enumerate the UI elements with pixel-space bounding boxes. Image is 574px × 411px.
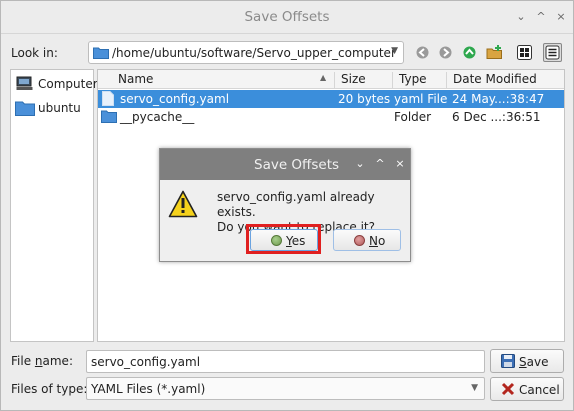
column-header-name[interactable]: Name ▲	[112, 72, 334, 88]
row-name: __pycache__	[120, 110, 195, 124]
chevron-down-icon: ▼	[471, 383, 478, 393]
back-icon	[416, 46, 429, 59]
row-type: Folder	[394, 110, 432, 124]
look-in-label: Look in:	[11, 46, 58, 60]
minimize-button[interactable]: ⌄	[513, 9, 529, 25]
column-header-size[interactable]: Size	[334, 72, 392, 88]
row-date: 24 May...:38:47	[452, 92, 545, 106]
file-list-header: Name ▲ Size Type Date Modified	[98, 70, 564, 89]
sidebar-item-label: ubuntu	[38, 101, 81, 115]
warning-icon	[168, 190, 198, 221]
new-folder-icon	[486, 45, 502, 59]
file-name-input[interactable]: servo_config.yaml	[86, 350, 485, 373]
window-title: Save Offsets	[244, 9, 330, 25]
cancel-button[interactable]: Cancel	[490, 377, 564, 401]
file-name-value: servo_config.yaml	[91, 355, 201, 369]
save-button-label: Save	[519, 355, 549, 369]
column-header-date[interactable]: Date Modified	[446, 72, 564, 88]
maximize-button[interactable]: ^	[533, 9, 549, 25]
back-button[interactable]	[413, 43, 432, 62]
file-icon	[102, 91, 114, 109]
files-of-type-label: Files of type:	[11, 382, 88, 396]
list-view-button[interactable]	[515, 43, 534, 62]
forward-icon	[439, 46, 452, 59]
row-type: yaml File	[394, 92, 448, 106]
close-button[interactable]: ×	[553, 9, 569, 25]
list-view-icon	[517, 45, 532, 60]
no-button[interactable]: No	[333, 229, 401, 251]
look-in-path: /home/ubuntu/software/Servo_upper_comput…	[112, 46, 396, 60]
chevron-down-icon: ▼	[391, 46, 398, 56]
folder-icon	[93, 46, 109, 62]
no-icon	[354, 235, 365, 246]
files-of-type-combo[interactable]: YAML Files (*.yaml) ▼	[86, 377, 485, 400]
folder-icon	[101, 109, 117, 126]
row-size: 20 bytes	[338, 92, 391, 106]
computer-icon	[16, 76, 33, 94]
cancel-icon	[501, 382, 515, 399]
cancel-button-label: Cancel	[519, 383, 560, 397]
dialog-maximize-button[interactable]: ^	[373, 157, 387, 171]
new-folder-button[interactable]	[485, 43, 504, 62]
sidebar-item-computer[interactable]: Computer	[14, 74, 98, 94]
folder-icon	[15, 100, 35, 119]
table-row[interactable]: servo_config.yaml 20 bytes yaml File 24 …	[98, 90, 564, 108]
dialog-minimize-button[interactable]: ⌄	[353, 157, 367, 171]
parent-directory-icon	[463, 46, 476, 59]
dialog-close-button[interactable]: ×	[393, 157, 407, 171]
yes-button-highlight	[246, 224, 321, 254]
sort-ascending-icon: ▲	[320, 73, 327, 82]
detail-view-button[interactable]	[543, 43, 562, 62]
window-titlebar[interactable]: Save Offsets ⌄ ^ ×	[1, 1, 573, 34]
forward-button[interactable]	[436, 43, 455, 62]
dialog-title: Save Offsets	[254, 157, 340, 173]
file-name-label: File name:	[11, 354, 73, 368]
row-date: 6 Dec ...:36:51	[452, 110, 541, 124]
column-header-type[interactable]: Type	[392, 72, 446, 88]
save-button[interactable]: Save	[490, 349, 564, 373]
row-name: servo_config.yaml	[120, 92, 230, 106]
sidebar-item-label: Computer	[38, 77, 98, 91]
sidebar-item-ubuntu[interactable]: ubuntu	[14, 98, 94, 118]
save-icon	[501, 354, 515, 371]
table-row[interactable]: __pycache__ Folder 6 Dec ...:36:51	[98, 108, 564, 126]
no-button-label: No	[369, 234, 386, 248]
dialog-titlebar[interactable]: Save Offsets ⌄ ^ ×	[160, 149, 410, 180]
parent-directory-button[interactable]	[460, 43, 479, 62]
look-in-combo[interactable]: /home/ubuntu/software/Servo_upper_comput…	[88, 41, 404, 64]
detail-view-icon	[545, 45, 560, 60]
files-of-type-value: YAML Files (*.yaml)	[91, 382, 206, 396]
places-sidebar: Computer ubuntu	[10, 69, 98, 342]
